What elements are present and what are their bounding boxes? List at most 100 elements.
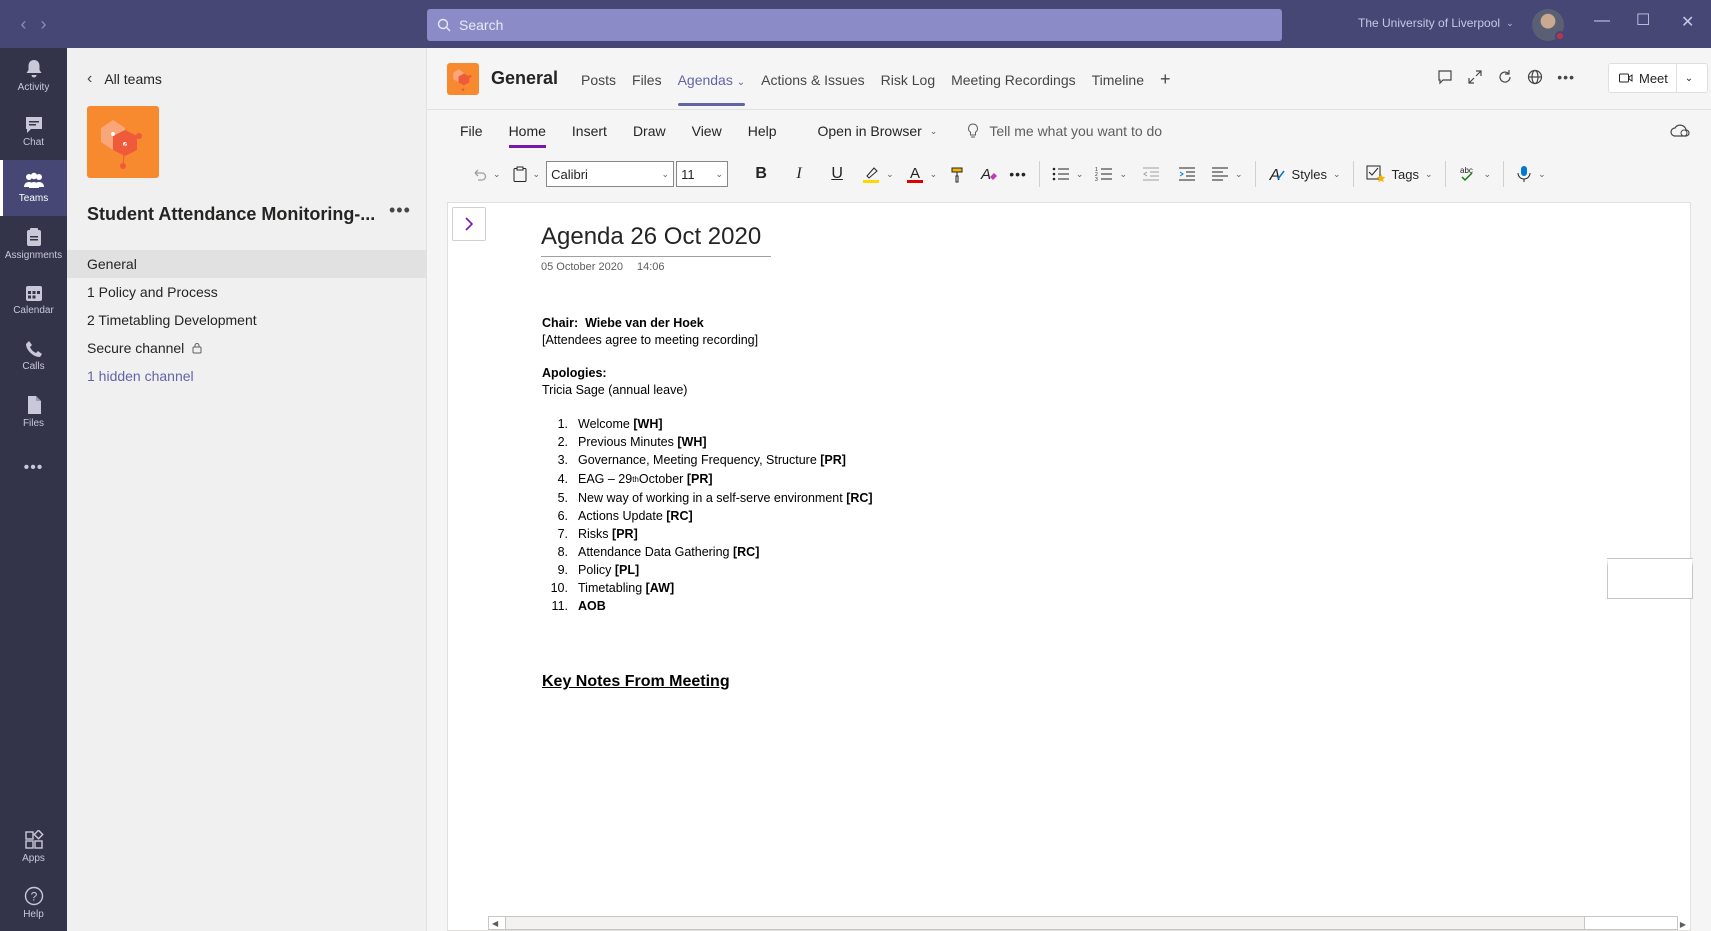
- tab-meeting-recordings[interactable]: Meeting Recordings: [943, 72, 1084, 110]
- tab-timeline[interactable]: Timeline: [1084, 72, 1152, 110]
- chevron-down-icon: ⌄: [886, 168, 894, 179]
- paste-button[interactable]: ⌄: [507, 159, 547, 189]
- menu-insert[interactable]: Insert: [559, 110, 620, 152]
- channel-item-timetabling[interactable]: 2 Timetabling Development: [67, 306, 427, 334]
- page-body[interactable]: Chair: Wiebe van der Hoek [Attendees agr…: [542, 315, 873, 615]
- channel-title: General: [491, 68, 559, 88]
- chevron-down-icon: ⌄: [661, 168, 670, 179]
- forward-arrow-icon[interactable]: ›: [41, 14, 47, 35]
- underline-icon[interactable]: U: [818, 159, 856, 189]
- globe-icon[interactable]: [1527, 69, 1543, 85]
- tab-files[interactable]: Files: [624, 72, 670, 110]
- more-options-icon[interactable]: •••: [1557, 69, 1575, 85]
- add-tab-button[interactable]: +: [1152, 69, 1179, 107]
- format-painter-button[interactable]: [943, 159, 973, 189]
- styles-button[interactable]: A Styles ⌄: [1262, 159, 1347, 189]
- scroll-left-icon[interactable]: ◀: [489, 919, 498, 928]
- conversation-icon[interactable]: [1437, 69, 1453, 85]
- align-button[interactable]: ⌄: [1205, 159, 1249, 189]
- apologies-label: Apologies:: [542, 366, 607, 380]
- page-outline-container[interactable]: [1607, 559, 1693, 599]
- menu-home[interactable]: Home: [496, 110, 559, 152]
- rail-item-calls[interactable]: Calls: [0, 328, 67, 384]
- menu-view[interactable]: View: [679, 110, 735, 152]
- chevron-down-icon[interactable]: ⌄: [1677, 73, 1701, 84]
- font-size-select[interactable]: 11 ⌄: [676, 161, 729, 187]
- phone-icon: [25, 341, 42, 357]
- horizontal-scrollbar[interactable]: ◀: [488, 916, 1678, 930]
- expand-icon[interactable]: [1467, 69, 1483, 85]
- tags-button[interactable]: Tags ⌄: [1360, 159, 1439, 189]
- tell-me-search[interactable]: Tell me what you want to do: [967, 123, 1162, 139]
- menu-file[interactable]: File: [447, 110, 496, 152]
- close-button[interactable]: ✕: [1681, 12, 1694, 32]
- page-title[interactable]: Agenda 26 Oct 2020: [541, 223, 761, 251]
- lock-icon: [192, 343, 202, 354]
- decrease-indent-button[interactable]: [1133, 159, 1169, 189]
- more-formatting-icon[interactable]: •••: [1003, 159, 1033, 189]
- dictate-button[interactable]: ⌄: [1510, 159, 1552, 189]
- highlight-button[interactable]: ⌄: [856, 159, 900, 189]
- team-name[interactable]: Student Attendance Monitoring-...: [87, 204, 375, 225]
- channel-item-policy[interactable]: 1 Policy and Process: [67, 278, 427, 306]
- meet-button[interactable]: Meet ⌄: [1608, 63, 1708, 93]
- undo-button[interactable]: ⌄: [465, 159, 507, 189]
- svg-text:A: A: [980, 166, 991, 183]
- team-logo-art-icon: [101, 120, 142, 169]
- refresh-icon[interactable]: [1497, 69, 1513, 85]
- open-in-browser-button[interactable]: Open in Browser ⌄: [818, 123, 938, 139]
- org-switcher[interactable]: The University of Liverpool ⌄: [1358, 16, 1514, 30]
- tab-agendas[interactable]: Agendas ⌄: [670, 72, 754, 110]
- hidden-channels-link[interactable]: 1 hidden channel: [67, 362, 427, 390]
- back-arrow-icon[interactable]: ‹: [21, 14, 27, 35]
- rail-label: Apps: [22, 853, 45, 864]
- cloud-sync-icon[interactable]: [1669, 122, 1691, 138]
- main-content: General Posts Files Agendas ⌄ Actions & …: [427, 48, 1711, 931]
- header-actions: •••: [1437, 69, 1575, 85]
- tab-actions-issues[interactable]: Actions & Issues: [753, 72, 873, 110]
- font-name-select[interactable]: Calibri ⌄: [546, 161, 675, 187]
- list-item: 3. Governance, Meeting Frequency, Structu…: [557, 452, 846, 467]
- rail-item-chat[interactable]: Chat: [0, 104, 67, 160]
- attendees-note: [Attendees agree to meeting recording]: [542, 333, 759, 347]
- tab-risk-log[interactable]: Risk Log: [873, 72, 943, 110]
- rail-item-calendar[interactable]: Calendar: [0, 272, 67, 328]
- more-apps-button[interactable]: •••: [0, 440, 67, 496]
- rail-item-files[interactable]: Files: [0, 384, 67, 440]
- scrollbar-thumb[interactable]: [505, 916, 1585, 930]
- menu-draw[interactable]: Draw: [620, 110, 679, 152]
- italic-icon[interactable]: I: [780, 159, 818, 189]
- rail-item-assignments[interactable]: Assignments: [0, 216, 67, 272]
- styles-label: Styles: [1291, 166, 1327, 182]
- channel-item-secure[interactable]: Secure channel: [67, 334, 427, 362]
- spelling-button[interactable]: abc ⌄: [1452, 159, 1498, 189]
- avatar[interactable]: [1532, 9, 1565, 41]
- meet-now[interactable]: Meet: [1609, 64, 1677, 92]
- scroll-right-icon[interactable]: ▶: [1680, 920, 1686, 929]
- rail-item-help[interactable]: ? Help: [0, 875, 67, 931]
- search-input[interactable]: Search: [427, 9, 1282, 41]
- tell-me-placeholder: Tell me what you want to do: [989, 123, 1163, 139]
- maximize-button[interactable]: ☐: [1636, 10, 1650, 30]
- menu-help[interactable]: Help: [735, 110, 790, 152]
- channel-item-general[interactable]: General: [67, 250, 427, 278]
- numbering-button[interactable]: 123 ⌄: [1089, 159, 1133, 189]
- rail-label: Activity: [17, 82, 50, 93]
- minimize-button[interactable]: —: [1594, 12, 1610, 30]
- rail-item-activity[interactable]: Activity: [0, 48, 67, 104]
- clear-formatting-button[interactable]: A: [973, 159, 1003, 189]
- bold-icon[interactable]: B: [742, 159, 780, 189]
- key-notes-heading[interactable]: Key Notes From Meeting: [542, 673, 730, 691]
- rail-item-teams[interactable]: Teams: [0, 160, 67, 216]
- increase-indent-button[interactable]: [1169, 159, 1205, 189]
- chevron-down-icon: ⌄: [1538, 168, 1546, 179]
- bullets-button[interactable]: ⌄: [1046, 159, 1090, 189]
- navigation-toggle-button[interactable]: [452, 207, 486, 241]
- team-more-button[interactable]: •••: [389, 200, 411, 221]
- tab-posts[interactable]: Posts: [573, 72, 624, 110]
- onenote-page-canvas[interactable]: Agenda 26 Oct 2020 05 October 2020 14:06…: [447, 202, 1693, 931]
- lightbulb-icon: [968, 123, 979, 138]
- font-color-button[interactable]: A ⌄: [900, 159, 944, 189]
- rail-item-apps[interactable]: Apps: [0, 819, 67, 875]
- all-teams-link[interactable]: ‹ All teams: [87, 70, 162, 88]
